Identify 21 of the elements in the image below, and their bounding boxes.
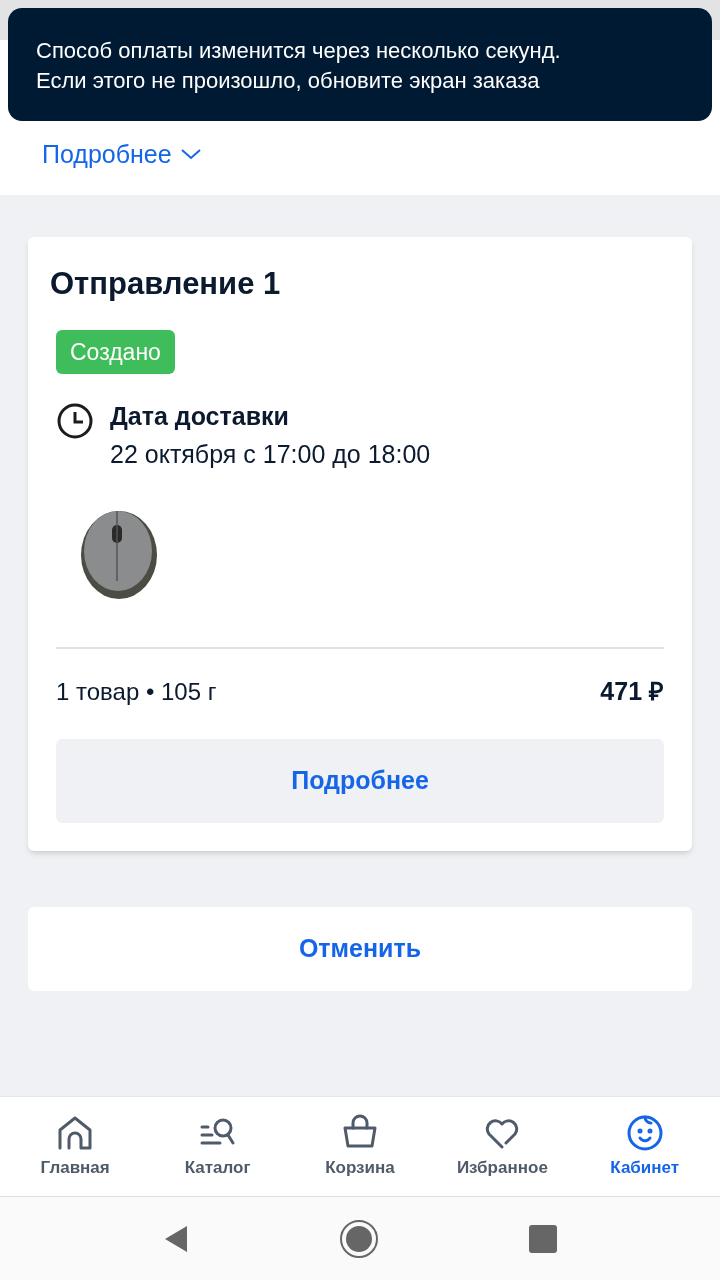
nav-tab[interactable]: Главная [10, 1112, 141, 1181]
shipment-title: Отправление 1 [50, 265, 282, 303]
back-icon[interactable] [163, 1223, 189, 1254]
recents-icon[interactable] [529, 1224, 557, 1253]
shipment-summary: 1 товар • 105 г [56, 676, 217, 707]
nav-tab[interactable]: Корзина [294, 1112, 425, 1181]
cancel-button[interactable]: Отменить [28, 906, 692, 991]
status-badge: Создано [56, 329, 175, 374]
home-button-icon[interactable] [339, 1218, 379, 1259]
details-button[interactable]: Подробнее [56, 738, 664, 823]
details-link[interactable]: Подробнее [42, 135, 202, 173]
delivery-label: Дата доставки [110, 401, 290, 432]
shipment-price: 471 ₽ [600, 676, 664, 707]
delivery-time: 22 октября с 17:00 до 18:00 [110, 438, 431, 470]
nav-tab[interactable]: Избранное [437, 1112, 568, 1181]
clock-icon [56, 402, 94, 440]
chevron-down-icon [179, 147, 202, 162]
nav-tab[interactable]: Каталог [152, 1112, 283, 1181]
toast-message: Если этого не произошло, обновите экран заказа [36, 67, 541, 95]
nav-tab[interactable]: Кабинет [579, 1112, 710, 1181]
toast-message: Способ оплаты изменится через несколько секунд. [36, 37, 562, 65]
